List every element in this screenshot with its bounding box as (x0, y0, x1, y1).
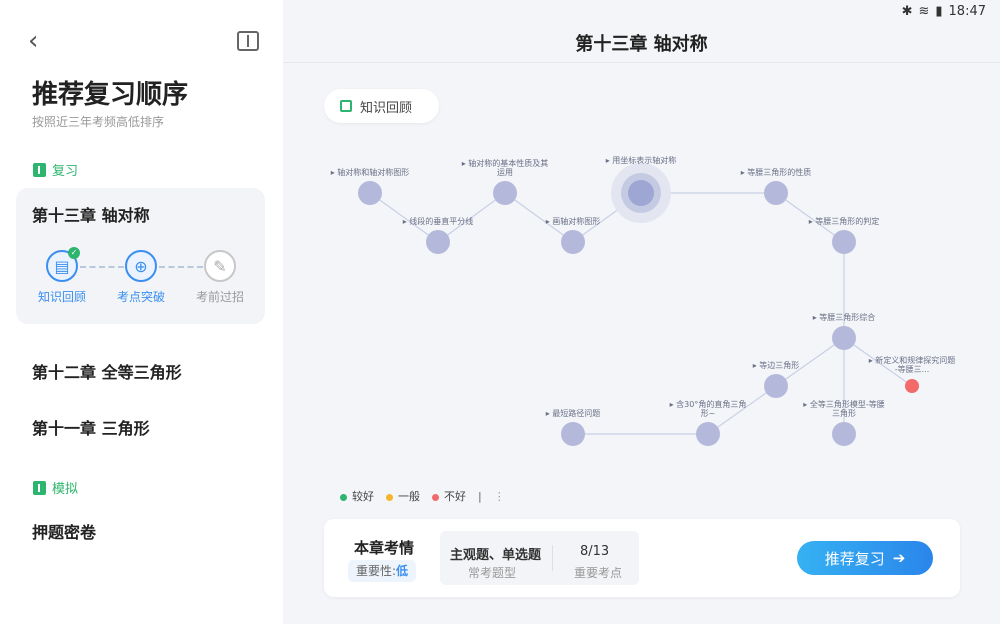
graph-node-label: -等腰三... (895, 364, 930, 374)
key-points-value: 8/13 (580, 544, 610, 559)
legend-dot (386, 493, 393, 501)
page-title: 第十三章 轴对称 (575, 34, 708, 55)
graph-node-label: ▸ 用坐标表示轴对称 (606, 155, 677, 165)
chapter-item[interactable]: 第十一章 三角形 (32, 415, 150, 439)
review-section-icon (33, 162, 46, 177)
section-review-label: 复习 (52, 164, 79, 179)
graph-node (358, 181, 382, 205)
pencil-icon: ✎ (213, 256, 227, 276)
graph-node-label: 运用 (497, 168, 513, 177)
target-icon: ⊕ (134, 256, 148, 276)
graph-node-label: ▸ 含30°角的直角三角 (670, 399, 747, 409)
sidebar-title: 推荐复习顺序 (32, 80, 189, 110)
step-key-points[interactable]: ⊕ (125, 250, 157, 282)
battery-icon: ▮ (935, 4, 943, 19)
wifi-icon: ≋ (918, 4, 930, 19)
recommended-review-label: 推荐复习 (824, 549, 885, 568)
step-label: 考点突破 (116, 290, 165, 304)
knowledge-graph: ▸ 轴对称和轴对称图形 ▸ 线段的垂直平分线 ▸ 轴对称的基本性质及其运用 ▸ 画轴对… (331, 155, 956, 446)
graph-node-label: ▸ 等边三角形 (753, 360, 800, 370)
section-simulation-label: 模拟 (52, 482, 79, 497)
legend-item: 一般 (386, 488, 420, 504)
graph-node-label: ▸ 轴对称的基本性质及其 (462, 158, 549, 168)
sidebar: ‹ 推荐复习顺序 按照近三年考频高低排序 复习 第十三章 轴对称 ▤ ✓ ⊕ ✎… (0, 0, 283, 624)
graph-edge (707, 385, 777, 435)
more-icon[interactable]: ⋮ (494, 490, 505, 503)
graph-node (832, 326, 856, 350)
legend-dot (432, 493, 439, 501)
graph-node (628, 180, 654, 206)
book-icon: ▤ (54, 256, 70, 276)
legend-item: 不好 (432, 488, 466, 504)
graph-node-label: ▸ 轴对称和轴对称图形 (331, 167, 410, 177)
arrow-right-icon: ➔ (892, 549, 906, 567)
back-icon[interactable]: ‹ (28, 28, 48, 54)
graph-node-label: ▸ 新定义和规律探究问题 (869, 355, 956, 365)
importance-value: 低 (396, 564, 409, 578)
header-divider (283, 62, 1000, 63)
step-connector (80, 266, 124, 268)
knowledge-review-pill[interactable]: 知识回顾 (324, 89, 439, 123)
collapse-sidebar-icon[interactable] (237, 31, 259, 51)
graph-node-label: ▸ 全等三角形模型-等腰 (803, 399, 884, 409)
graph-node (426, 230, 450, 254)
exam-stats: 主观题、单选题 常考题型 8/13 重要考点 (440, 531, 639, 585)
legend-divider: | (478, 489, 482, 503)
graph-node (561, 230, 585, 254)
step-connector (159, 266, 203, 268)
key-points-label: 重要考点 (574, 566, 623, 580)
legend: 较好 一般 不好 | ⋮ (340, 488, 505, 504)
exam-info-card: 本章考情 重要性:低 主观题、单选题 常考题型 8/13 重要考点 推荐复习 ➔ (324, 519, 960, 597)
chapter-item[interactable]: 第十二章 全等三角形 (32, 359, 182, 383)
graph-node-label: ▸ 最短路径问题 (546, 408, 601, 418)
step-label: 知识回顾 (37, 290, 86, 304)
status-time: 18:47 (948, 4, 986, 19)
bluetooth-icon: ✱ (901, 4, 913, 19)
graph-node-label: ▸ 等腰三角形综合 (813, 312, 876, 322)
sidebar-subtitle: 按照近三年考频高低排序 (32, 115, 165, 129)
mock-exam-item[interactable]: 押题密卷 (32, 519, 96, 543)
question-types-label: 常考题型 (468, 566, 517, 580)
graph-node (764, 374, 788, 398)
exam-info-title: 本章考情 (354, 539, 415, 557)
stats-divider (552, 545, 553, 571)
legend-item: 较好 (340, 488, 374, 504)
simulation-section-icon (33, 480, 46, 495)
importance-badge: 重要性:低 (348, 560, 417, 582)
graph-node (493, 181, 517, 205)
graph-node (764, 181, 788, 205)
graph-node (832, 422, 856, 446)
graph-node (696, 422, 720, 446)
graph-node-label: ▸ 等腰三角形的性质 (741, 167, 812, 177)
recommended-review-button[interactable]: 推荐复习 ➔ (797, 541, 933, 575)
graph-node-label: ▸ 等腰三角形的判定 (809, 216, 880, 226)
graph-node-label: ▸ 线段的垂直平分线 (403, 216, 474, 226)
knowledge-review-pill-label: 知识回顾 (360, 100, 413, 116)
current-chapter-title: 第十三章 轴对称 (32, 206, 150, 225)
graph-node-label: 形~ (701, 409, 716, 418)
graph-node (561, 422, 585, 446)
graph-node-label: 三角形 (832, 408, 856, 418)
section-review: 复习 (33, 160, 78, 179)
section-simulation: 模拟 (33, 478, 78, 497)
legend-dot (340, 493, 347, 501)
graph-node (905, 379, 919, 393)
question-types-value: 主观题、单选题 (450, 548, 542, 563)
book-icon (340, 100, 352, 112)
graph-node (832, 230, 856, 254)
step-label: 考前过招 (195, 290, 244, 304)
step-pre-exam[interactable]: ✎ (204, 250, 236, 282)
current-chapter-card[interactable]: 第十三章 轴对称 ▤ ✓ ⊕ ✎ 知识回顾 考点突破 考前过招 (16, 188, 265, 324)
check-icon: ✓ (68, 247, 80, 259)
graph-node-label: ▸ 画轴对称图形 (546, 216, 601, 226)
